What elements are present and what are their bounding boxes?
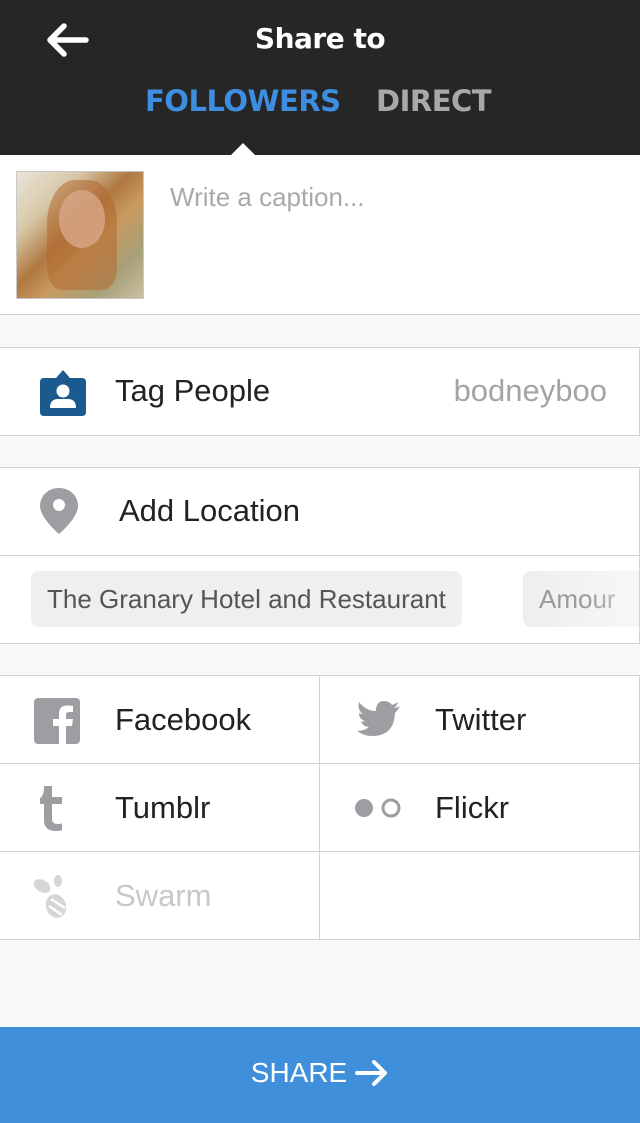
- arrow-right-icon: [355, 1060, 388, 1086]
- person-tag-icon: [40, 370, 86, 416]
- caption-input[interactable]: [170, 177, 620, 217]
- location-suggestion-chip[interactable]: The Granary Hotel and Restaurant: [31, 571, 462, 627]
- tumblr-icon: [40, 786, 62, 831]
- active-tab-indicator: [231, 143, 255, 155]
- tag-people-label: Tag People: [115, 373, 271, 408]
- tab-followers[interactable]: FOLLOWERS: [145, 84, 341, 118]
- location-section: Add Location The Granary Hotel and Resta…: [0, 467, 640, 644]
- share-button[interactable]: SHARE: [0, 1027, 640, 1123]
- swarm-label: Swarm: [115, 878, 212, 913]
- facebook-icon: [34, 698, 80, 744]
- share-flickr-toggle[interactable]: Flickr: [320, 764, 639, 851]
- share-swarm-toggle[interactable]: Swarm: [0, 852, 319, 939]
- share-button-content: SHARE: [0, 1057, 640, 1089]
- share-twitter-toggle[interactable]: Twitter: [320, 676, 639, 763]
- flickr-icon: [355, 798, 401, 818]
- flickr-label: Flickr: [435, 790, 510, 825]
- swarm-icon: [33, 875, 67, 918]
- location-suggestion-label: Amour: [539, 584, 616, 614]
- tab-direct[interactable]: DIRECT: [376, 84, 492, 118]
- tagged-user-value: bodneyboo: [453, 373, 607, 408]
- location-suggestions: The Granary Hotel and Restaurant Amour: [0, 556, 639, 643]
- facebook-label: Facebook: [115, 702, 252, 737]
- location-suggestion-chip[interactable]: Amour: [523, 571, 639, 627]
- tumblr-label: Tumblr: [115, 790, 211, 825]
- tag-people-row[interactable]: Tag People bodneyboo: [0, 347, 640, 436]
- add-location-row[interactable]: Add Location: [0, 468, 639, 556]
- location-pin-icon: [40, 488, 78, 534]
- share-services-grid: Facebook Twitter Tumblr Flickr Swarm: [0, 675, 640, 940]
- twitter-label: Twitter: [435, 702, 527, 737]
- share-button-label: SHARE: [250, 1057, 348, 1088]
- share-tumblr-toggle[interactable]: Tumblr: [0, 764, 319, 851]
- photo-thumbnail: [16, 171, 144, 299]
- add-location-label: Add Location: [119, 493, 300, 528]
- twitter-icon: [357, 701, 400, 736]
- share-facebook-toggle[interactable]: Facebook: [0, 676, 319, 763]
- caption-section: [0, 155, 640, 315]
- top-navigation-bar: Share to FOLLOWERS DIRECT: [0, 0, 640, 155]
- share-tabs: FOLLOWERS DIRECT: [0, 84, 640, 124]
- page-title: Share to: [254, 22, 386, 55]
